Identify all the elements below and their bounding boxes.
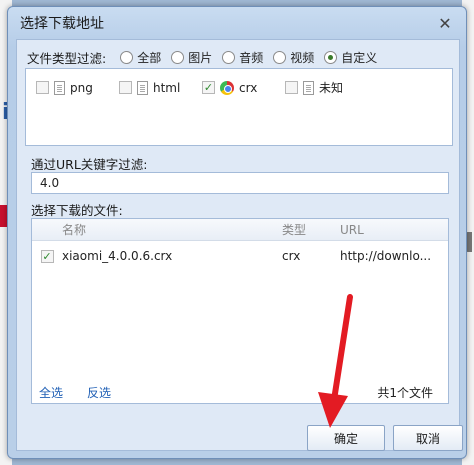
selection-links: 全选 反选	[39, 384, 111, 401]
type-checkbox[interactable]	[36, 81, 49, 94]
type-item-png[interactable]: png	[36, 80, 119, 95]
invert-selection-link[interactable]: 反选	[87, 384, 111, 401]
type-filter-label: 文件类型过滤:	[27, 50, 107, 66]
radio-label: 全部	[137, 50, 162, 65]
file-icon	[303, 80, 314, 95]
file-icon	[54, 80, 65, 95]
ok-button[interactable]: 确定	[307, 425, 385, 451]
url-filter-input[interactable]	[31, 172, 449, 194]
dialog-titlebar[interactable]: 选择下载地址	[8, 7, 466, 39]
type-item-html[interactable]: html	[119, 80, 202, 95]
column-header-name[interactable]: 名称	[62, 221, 282, 238]
type-label: crx	[239, 80, 258, 95]
file-types-box: png html ✓ crx 未知	[25, 68, 453, 146]
radio-audio[interactable]: 音频	[222, 49, 263, 66]
table-row[interactable]: ✓ xiaomi_4.0.0.6.crx crx http://downlo..…	[32, 245, 448, 267]
type-checkbox-checked[interactable]: ✓	[202, 81, 215, 94]
type-checkbox[interactable]	[285, 81, 298, 94]
file-icon	[137, 80, 148, 95]
select-all-link[interactable]: 全选	[39, 384, 63, 401]
type-item-unknown[interactable]: 未知	[285, 79, 368, 96]
file-count: 共1个文件	[377, 386, 433, 400]
dialog-title: 选择下载地址	[20, 16, 104, 32]
type-filter-row: 文件类型过滤: 全部 图片 音频 视频 自定义	[27, 48, 377, 66]
file-name: xiaomi_4.0.0.6.crx	[62, 249, 173, 263]
dialog-body: 文件类型过滤: 全部 图片 音频 视频 自定义 png html ✓ crx 未…	[16, 39, 463, 451]
download-dialog: 选择下载地址 ✕ 文件类型过滤: 全部 图片 音频 视频 自定义 png htm…	[7, 6, 467, 459]
type-label: 未知	[319, 81, 344, 95]
type-filter-radios: 全部 图片 音频 视频 自定义	[120, 49, 377, 66]
file-list-header: 名称 类型 URL	[32, 219, 448, 241]
radio-custom[interactable]: 自定义	[324, 49, 377, 66]
column-header-type[interactable]: 类型	[282, 221, 340, 238]
radio-button-selected[interactable]	[324, 50, 338, 64]
radio-image[interactable]: 图片	[171, 49, 212, 66]
radio-label: 视频	[290, 50, 315, 65]
radio-label: 自定义	[341, 50, 378, 65]
radio-button[interactable]	[120, 50, 134, 64]
cancel-button[interactable]: 取消	[393, 425, 463, 451]
radio-button[interactable]	[273, 50, 287, 64]
type-checkbox[interactable]	[119, 81, 132, 94]
file-type: crx	[282, 249, 301, 263]
radio-button[interactable]	[222, 50, 236, 64]
radio-all[interactable]: 全部	[120, 49, 161, 66]
row-checkbox-checked[interactable]: ✓	[40, 249, 54, 263]
file-list: 名称 类型 URL ✓ xiaomi_4.0.0.6.crx crx http:…	[31, 218, 449, 404]
chrome-icon	[220, 80, 234, 95]
radio-label: 图片	[188, 50, 213, 65]
radio-label: 音频	[239, 50, 264, 65]
radio-button[interactable]	[171, 50, 185, 64]
file-url: http://downlo...	[340, 249, 432, 263]
files-label: 选择下载的文件:	[31, 203, 123, 218]
radio-video[interactable]: 视频	[273, 49, 314, 66]
file-types-row: png html ✓ crx 未知	[36, 79, 368, 96]
type-label: html	[153, 80, 181, 95]
type-label: png	[70, 80, 93, 95]
column-header-url[interactable]: URL	[340, 223, 448, 237]
row-check-cell: ✓	[32, 249, 62, 263]
url-filter-label: 通过URL关键字过滤:	[31, 157, 148, 172]
type-item-crx[interactable]: ✓ crx	[202, 80, 285, 95]
close-icon[interactable]: ✕	[436, 14, 454, 33]
